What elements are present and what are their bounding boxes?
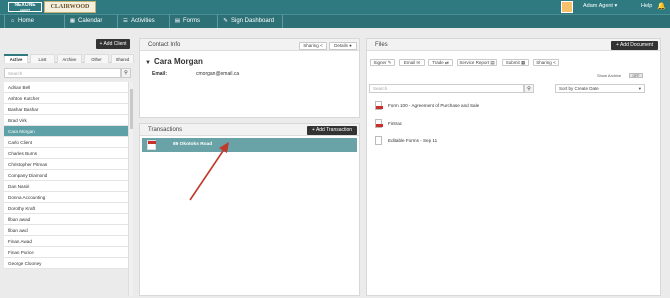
client-list-item[interactable]: Company Diamond (4, 170, 128, 181)
client-list-item[interactable]: Dorothy Kraft (4, 203, 128, 214)
file-search-input[interactable]: Search (369, 84, 524, 93)
client-list-item[interactable]: fiban awad (4, 214, 128, 225)
nav-sign-dashboard[interactable]: ✎ Sign Dashboard (217, 15, 283, 28)
contact-sharing-button[interactable]: Sharing < (299, 42, 327, 50)
active-tab-indicator (4, 54, 28, 56)
submit-button[interactable]: Submit ▦ (502, 59, 529, 66)
contact-info-panel: Contact Info Sharing < Details ● ▼ Cara M… (139, 38, 360, 118)
client-list-item[interactable]: Charles Burns (4, 148, 128, 159)
nexone-logo[interactable]: NEXONE AGENT (8, 2, 42, 12)
client-search-input[interactable]: Search (4, 68, 121, 78)
show-archive-label: Show Archive (597, 73, 622, 78)
forms-icon: ▤ (174, 18, 181, 24)
contact-name: ▼ Cara Morgan (145, 57, 203, 66)
signature-icon: ✎ (223, 18, 228, 24)
file-name[interactable]: Editable Forms - Sep 11 (388, 138, 437, 143)
client-list-item[interactable]: George Clooney (4, 258, 128, 269)
nav-calendar[interactable]: ▦ Calendar (64, 15, 117, 28)
client-list-item[interactable]: Brad Virk (4, 115, 128, 126)
file-name[interactable]: Fintrac (388, 121, 402, 126)
service-report-button[interactable]: Service Report ▤ (457, 59, 497, 66)
client-list-item[interactable]: Carlo Client (4, 137, 128, 148)
chevron-down-icon: ▾ (638, 86, 641, 91)
search-icon[interactable]: ⚲ (121, 68, 131, 78)
nav-activities[interactable]: ☰ Activities (117, 15, 169, 28)
add-document-button[interactable]: + Add Document (611, 41, 658, 50)
report-icon: ▤ (490, 60, 495, 65)
client-list-item[interactable]: Finan Purice (4, 247, 128, 258)
main-nav: ⌂ Home ▦ Calendar ☰ Activities ▤ Forms ✎ Sign… (0, 14, 670, 28)
share-icon: < (320, 43, 323, 48)
files-sharing-button[interactable]: Sharing < (533, 59, 559, 66)
show-archive-toggle[interactable]: OFF (629, 73, 643, 78)
search-icon[interactable]: ⚲ (524, 84, 534, 93)
client-list-item[interactable]: fiban awd (4, 225, 128, 236)
envelope-icon: ✉ (416, 60, 421, 65)
client-list-item[interactable]: Adrian Bell (4, 82, 128, 93)
nav-home[interactable]: ⌂ Home (4, 15, 64, 28)
transaction-row[interactable]: 89 Okotoks Road (142, 138, 357, 152)
person-icon: ● (349, 43, 352, 48)
add-client-button[interactable]: + Add Client (96, 39, 130, 49)
submit-icon: ▦ (521, 60, 526, 65)
email-value[interactable]: cmorgan@email.ca (196, 71, 239, 77)
share-icon: < (553, 60, 556, 65)
brokerage-logo: CLAIRWOOD (44, 1, 96, 13)
nav-forms[interactable]: ▤ Forms (169, 15, 217, 28)
contact-details-button[interactable]: Details ● (329, 42, 357, 50)
client-list-item[interactable]: Christopher Pitman (4, 159, 128, 170)
property-icon (147, 140, 156, 150)
client-list-item[interactable]: Ashton Kutcher (4, 93, 128, 104)
client-list-item[interactable]: Bashar Bashar (4, 104, 128, 115)
bell-icon[interactable]: 🔔 (657, 2, 666, 11)
tab-other[interactable]: Other (84, 54, 109, 63)
handshake-icon: ⇄ (445, 60, 449, 65)
trade-button[interactable]: Trade ⇄ (428, 59, 453, 66)
email-button[interactable]: Email ✉ (399, 59, 425, 66)
file-row[interactable]: Fintrac (375, 119, 575, 133)
pdf-icon (375, 119, 383, 128)
add-transaction-button[interactable]: + Add Transaction (307, 126, 357, 135)
sort-select[interactable]: Sort by Create Date ▾ (555, 84, 645, 93)
calendar-icon: ▦ (69, 18, 76, 24)
top-bar: NEXONE AGENT CLAIRWOOD Adam Agent ▾ Help … (0, 0, 670, 14)
email-label: Email: (152, 71, 168, 77)
scrollbar-thumb[interactable] (130, 89, 133, 129)
list-icon: ☰ (123, 18, 128, 24)
signer-button[interactable]: Signer ✎ (370, 59, 395, 66)
tab-shared[interactable]: Shared (111, 54, 134, 63)
client-list-item[interactable]: Dan Nasiri (4, 181, 128, 192)
home-icon: ⌂ (10, 18, 15, 24)
chevron-down-icon[interactable]: ▼ (145, 60, 151, 66)
help-link[interactable]: Help (641, 3, 652, 9)
tab-lost[interactable]: Lost (30, 54, 55, 63)
user-avatar[interactable] (561, 1, 573, 13)
tab-archive[interactable]: Archive (57, 54, 82, 63)
user-menu[interactable]: Adam Agent ▾ (583, 3, 617, 9)
client-list-scrollbar[interactable] (128, 82, 133, 296)
client-list-item[interactable]: Finan Awad (4, 236, 128, 247)
file-row[interactable]: Form 100 - Agreement of Purchase and Sal… (375, 101, 575, 115)
client-list-item[interactable]: Cara Morgan (4, 126, 128, 137)
file-row[interactable]: Editable Forms - Sep 11 (375, 136, 575, 150)
file-name[interactable]: Form 100 - Agreement of Purchase and Sal… (388, 103, 479, 108)
document-icon (375, 136, 382, 145)
client-list-item[interactable]: Donna Accounting (4, 192, 128, 203)
pen-icon: ✎ (387, 60, 392, 65)
annotation-arrow (189, 142, 229, 201)
pdf-icon (375, 101, 383, 110)
client-list: Adrian Bell Ashton Kutcher Bashar Bashar Br… (4, 82, 128, 296)
